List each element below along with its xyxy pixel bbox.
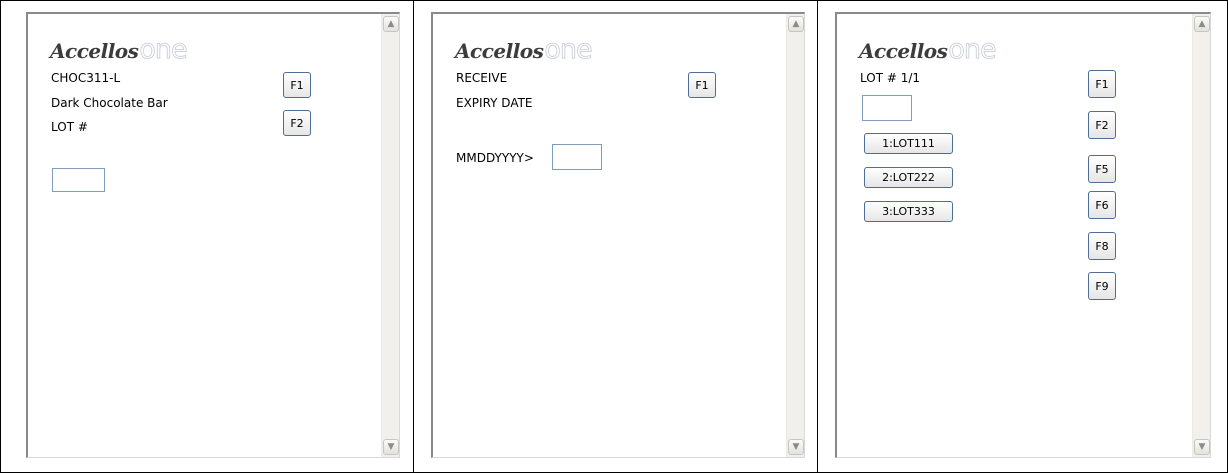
- lot-option-2[interactable]: 2:LOT222: [864, 167, 953, 188]
- table-top-border: [0, 0, 1228, 1]
- table-left-border: [0, 0, 1, 473]
- f8-button[interactable]: F8: [1088, 232, 1116, 260]
- scroll-up-icon[interactable]: ▲: [383, 16, 399, 32]
- logo-text: Accellos: [455, 39, 544, 63]
- f1-button[interactable]: F1: [283, 72, 311, 98]
- lot-option-3[interactable]: 3:LOT333: [864, 201, 953, 222]
- item-description: Dark Chocolate Bar: [51, 96, 168, 110]
- screenshot-frame: Accellosone CHOC311-L Dark Chocolate Bar…: [0, 0, 1228, 473]
- scroll-down-icon[interactable]: ▼: [788, 439, 804, 455]
- lot-label: LOT #: [51, 120, 88, 134]
- vertical-scrollbar[interactable]: ▲ ▼: [786, 14, 804, 457]
- table-divider-2: [817, 0, 818, 473]
- f2-button[interactable]: F2: [1088, 111, 1116, 139]
- f1-button[interactable]: F1: [1088, 70, 1116, 98]
- scroll-down-icon[interactable]: ▼: [1194, 439, 1210, 455]
- accellos-one-logo: Accellosone: [50, 34, 210, 66]
- f9-button[interactable]: F9: [1088, 272, 1116, 300]
- vertical-scrollbar[interactable]: ▲ ▼: [1192, 14, 1210, 457]
- accellos-one-logo: Accellosone: [859, 34, 1019, 66]
- scroll-up-icon[interactable]: ▲: [788, 16, 804, 32]
- device-screen-2: Accellosone RECEIVE EXPIRY DATE MMDDYYYY…: [431, 12, 805, 458]
- logo-text: Accellos: [859, 39, 948, 63]
- lot-input[interactable]: [52, 168, 105, 192]
- accellos-one-logo: Accellosone: [455, 34, 615, 66]
- item-code: CHOC311-L: [51, 71, 121, 85]
- expiry-date-input[interactable]: [552, 144, 602, 170]
- logo-text: Accellos: [50, 39, 139, 63]
- table-divider-1: [413, 0, 414, 473]
- lot-option-1[interactable]: 1:LOT111: [864, 133, 953, 154]
- scroll-down-icon[interactable]: ▼: [383, 439, 399, 455]
- logo-suffix: one: [948, 34, 997, 66]
- f1-button[interactable]: F1: [688, 72, 716, 98]
- screen-subtitle: EXPIRY DATE: [456, 96, 533, 110]
- f2-button[interactable]: F2: [283, 110, 311, 136]
- vertical-scrollbar[interactable]: ▲ ▼: [381, 14, 399, 457]
- device-screen-1: Accellosone CHOC311-L Dark Chocolate Bar…: [26, 12, 400, 458]
- date-prompt: MMDDYYYY>: [456, 151, 534, 165]
- logo-suffix: one: [544, 34, 593, 66]
- lot-input[interactable]: [862, 95, 912, 121]
- f5-button[interactable]: F5: [1088, 155, 1116, 183]
- device-screen-3: Accellosone LOT # 1/1 1:LOT111 2:LOT222 …: [835, 12, 1211, 458]
- scroll-up-icon[interactable]: ▲: [1194, 16, 1210, 32]
- lot-counter: LOT # 1/1: [860, 71, 921, 85]
- f6-button[interactable]: F6: [1088, 191, 1116, 219]
- screen-title: RECEIVE: [456, 71, 508, 85]
- logo-suffix: one: [139, 34, 188, 66]
